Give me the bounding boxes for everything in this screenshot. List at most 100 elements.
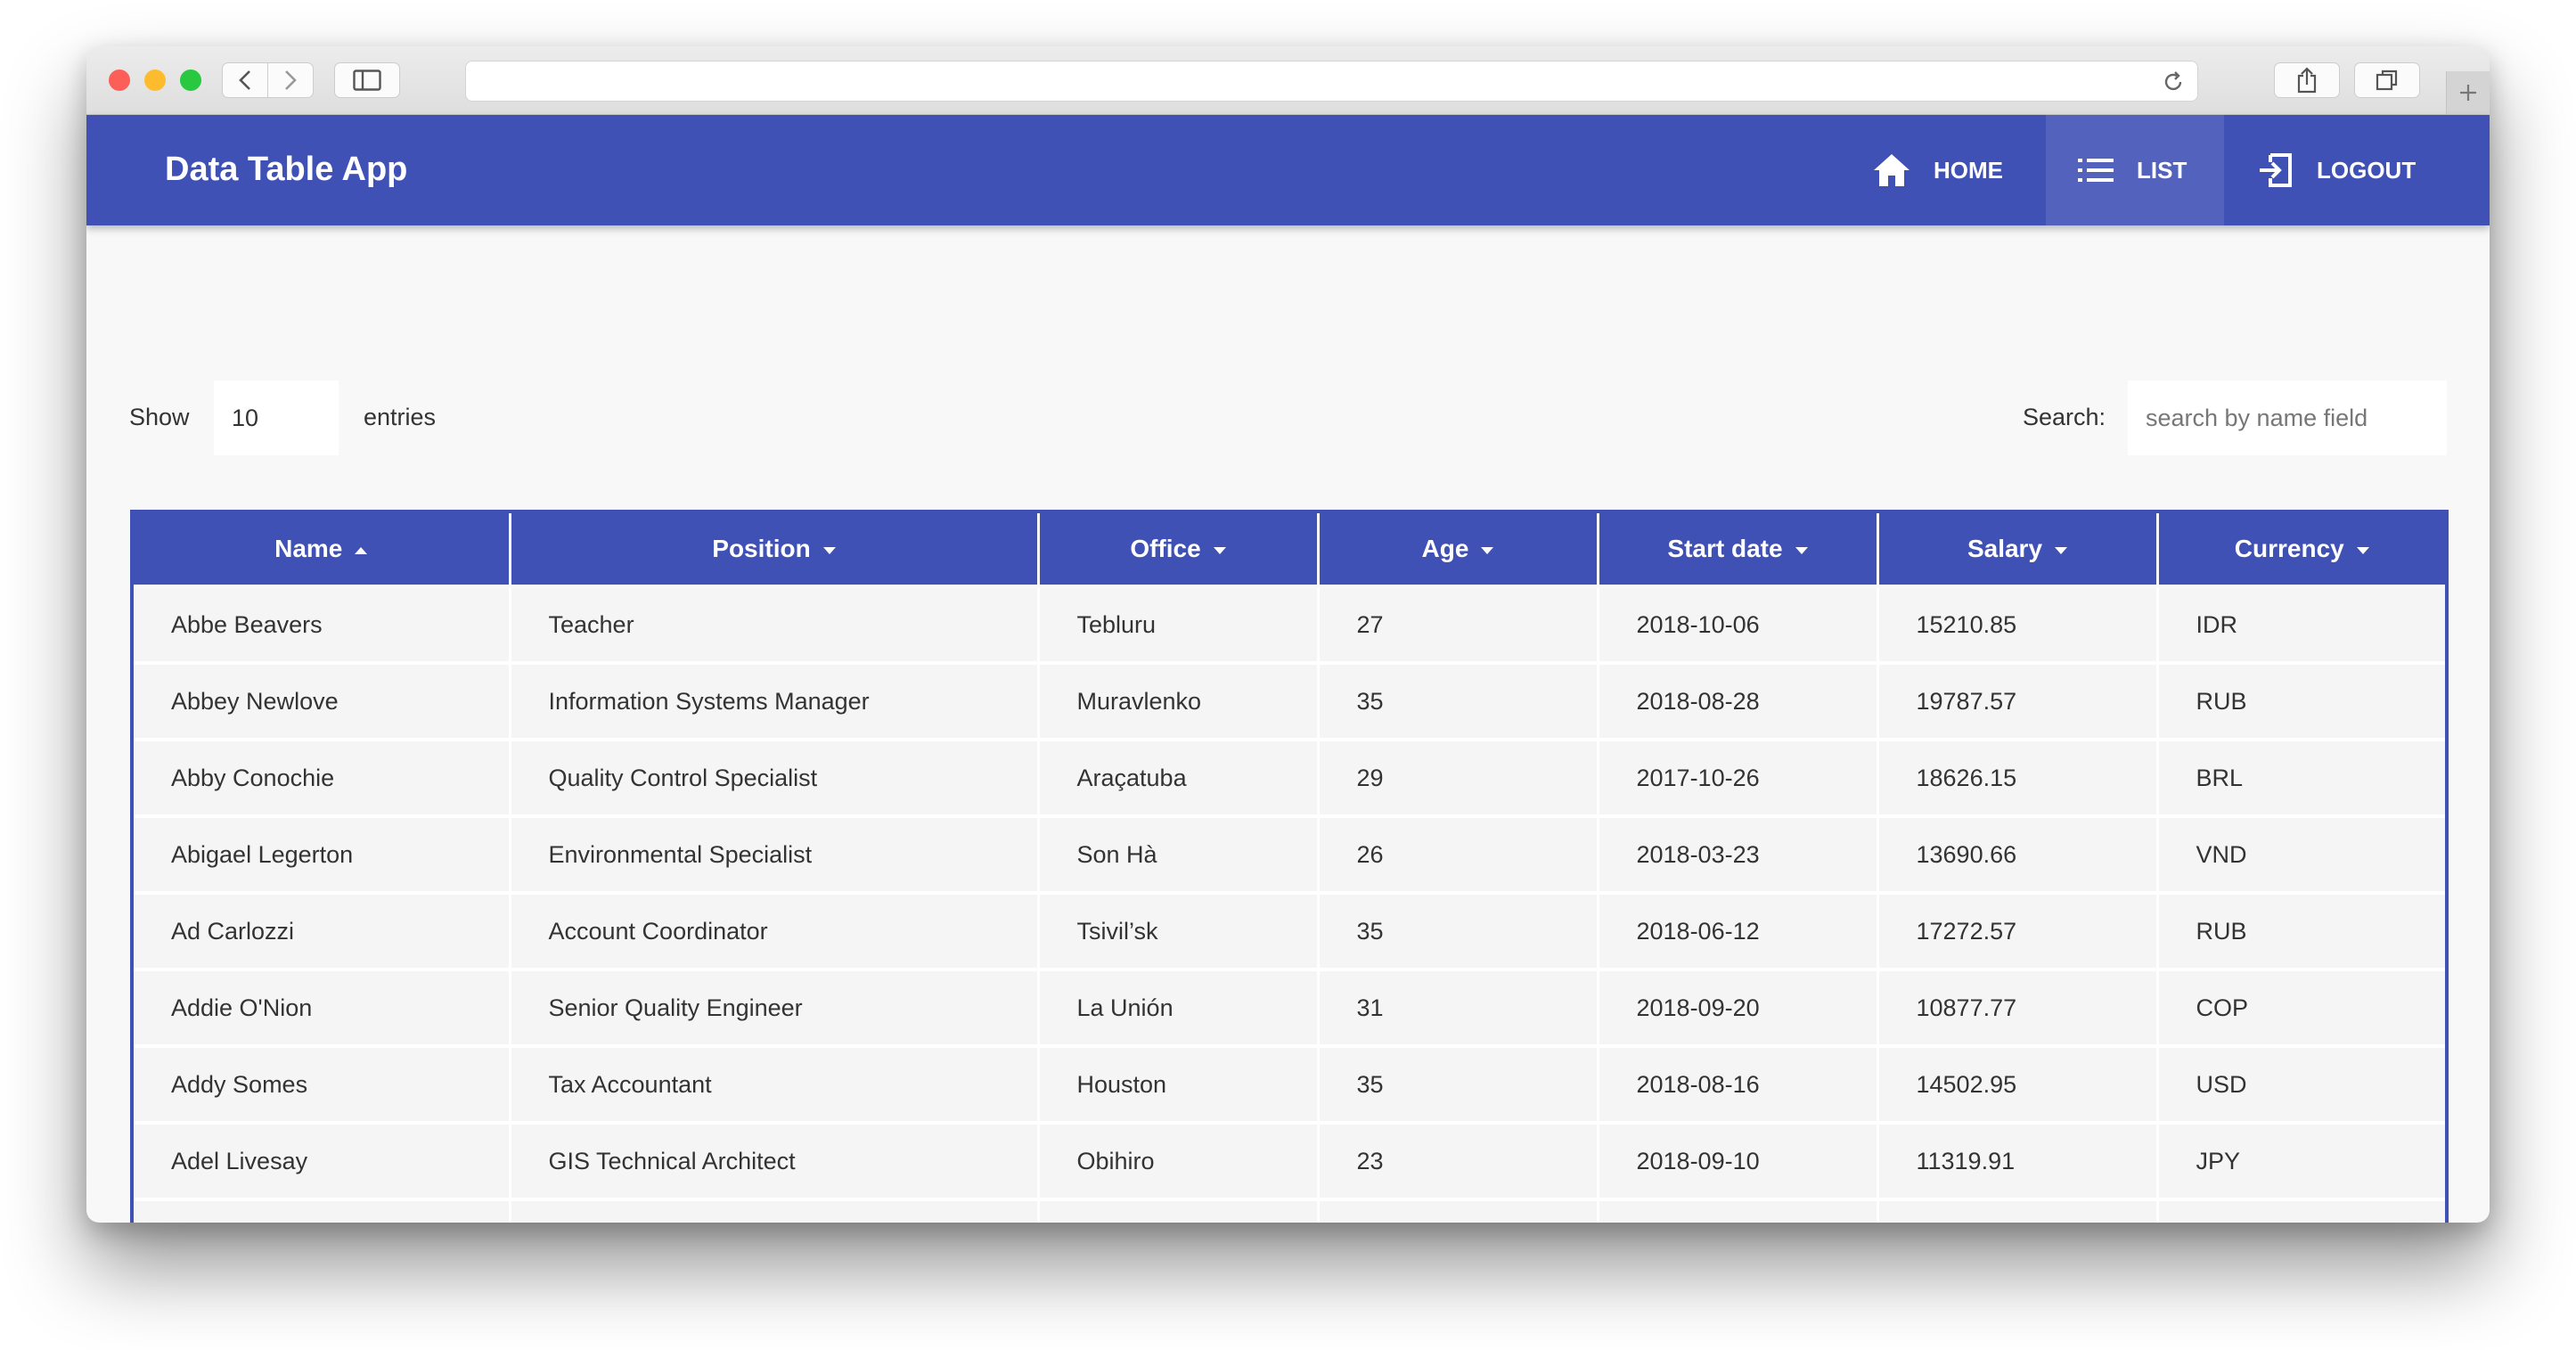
- table-row[interactable]: Abby Conochie Quality Control Specialist A…: [134, 740, 2445, 818]
- share-icon: [2297, 67, 2317, 94]
- cell-name: Addy Somes: [134, 1046, 511, 1125]
- cell-start-date: 2018-10-06: [1598, 586, 1879, 665]
- cell-age: 35: [1318, 663, 1599, 741]
- cell-office: Son Hà: [1038, 816, 1320, 895]
- table-header-row: Name Position Office Age Start date Salary Cur…: [134, 513, 2445, 588]
- cell-currency: RUB: [2157, 893, 2445, 971]
- app-title: Data Table App: [165, 151, 408, 188]
- cell-currency: VND: [2157, 816, 2445, 895]
- cell-age: 31: [1318, 970, 1599, 1048]
- minimize-window-button[interactable]: [144, 70, 166, 91]
- show-label: Show: [129, 404, 190, 430]
- column-header-salary[interactable]: Salary: [1877, 513, 2159, 588]
- chevron-left-icon: [239, 70, 250, 90]
- column-header-label: Salary: [1967, 535, 2043, 562]
- table-row[interactable]: Addy Somes Tax Accountant Houston 35 2018-08…: [134, 1046, 2445, 1125]
- nav-item-logout[interactable]: LOGOUT: [2224, 115, 2490, 225]
- cell-age: 35: [1318, 893, 1599, 971]
- data-table: Name Position Office Age Start date Salary Cur…: [130, 510, 2449, 1223]
- nav-item-home[interactable]: HOME: [1873, 115, 2046, 225]
- sidebar-toggle-button[interactable]: [334, 62, 400, 98]
- home-icon: [1874, 154, 1910, 186]
- zoom-window-button[interactable]: [180, 70, 201, 91]
- cell-name: Abbe Beavers: [134, 586, 511, 665]
- new-tab-button[interactable]: [2446, 71, 2490, 114]
- cell-age: 26: [1318, 816, 1599, 895]
- column-header-currency[interactable]: Currency: [2157, 513, 2445, 588]
- column-header-position[interactable]: Position: [510, 513, 1040, 588]
- sort-ascending-icon: [355, 546, 368, 554]
- table-row[interactable]: Abbey Newlove Information Systems Manager…: [134, 663, 2445, 741]
- cell-office: Araçatuba: [1038, 740, 1320, 818]
- cell-position: Quality Control Specialist: [510, 740, 1040, 818]
- table-row[interactable]: [134, 1199, 2445, 1223]
- cell-start-date: 2018-08-28: [1598, 663, 1879, 741]
- entries-label: entries: [364, 404, 437, 430]
- column-header-age[interactable]: Age: [1318, 513, 1599, 588]
- column-header-label: Office: [1130, 535, 1201, 562]
- cell-office: Obihiro: [1038, 1123, 1320, 1201]
- chevron-right-icon: [285, 70, 297, 90]
- cell-salary: 15210.85: [1877, 586, 2159, 665]
- cell-office: Tsivil’sk: [1038, 893, 1320, 971]
- back-button[interactable]: [222, 62, 268, 98]
- address-bar[interactable]: [465, 61, 2198, 102]
- cell-salary: 14502.95: [1877, 1046, 2159, 1125]
- sort-descending-icon: [822, 546, 836, 554]
- cell-name: Ad Carlozzi: [134, 893, 511, 971]
- browser-toolbar: [86, 46, 2490, 115]
- nav-item-logout-label: LOGOUT: [2317, 156, 2417, 184]
- forward-button[interactable]: [267, 62, 314, 98]
- cell-salary: 10877.77: [1877, 970, 2159, 1048]
- page-length-value: 10: [232, 404, 259, 431]
- cell-start-date: [1598, 1199, 1879, 1223]
- cell-position: Information Systems Manager: [510, 663, 1040, 741]
- table-row[interactable]: Abigael Legerton Environmental Specialist…: [134, 816, 2445, 895]
- cell-position: Teacher: [510, 586, 1040, 665]
- page-length-select[interactable]: 10: [214, 380, 339, 455]
- cell-currency: [2157, 1199, 2445, 1223]
- sidebar-icon: [353, 70, 381, 91]
- cell-age: 35: [1318, 1046, 1599, 1125]
- table-row[interactable]: Abbe Beavers Teacher Tebluru 27 2018-10-06 15…: [134, 586, 2445, 665]
- plus-icon: [2460, 85, 2476, 101]
- column-header-start-date[interactable]: Start date: [1598, 513, 1879, 588]
- share-button[interactable]: [2274, 62, 2340, 98]
- reload-icon[interactable]: [2162, 70, 2185, 94]
- cell-position: Account Coordinator: [510, 893, 1040, 971]
- table-row[interactable]: Ad Carlozzi Account Coordinator Tsivil’sk 3…: [134, 893, 2445, 971]
- tabs-overview-button[interactable]: [2354, 62, 2420, 98]
- sort-descending-icon: [2055, 546, 2068, 554]
- cell-office: Tebluru: [1038, 586, 1320, 665]
- cell-start-date: 2018-06-12: [1598, 893, 1879, 971]
- column-header-label: Currency: [2234, 535, 2344, 562]
- cell-age: 29: [1318, 740, 1599, 818]
- column-header-label: Name: [274, 535, 343, 562]
- cell-salary: 19787.57: [1877, 663, 2159, 741]
- cell-currency: BRL: [2157, 740, 2445, 818]
- column-header-name[interactable]: Name: [134, 513, 511, 588]
- app-header: Data Table App HOME LIST LOGOUT: [86, 115, 2490, 225]
- table-row[interactable]: Adel Livesay GIS Technical Architect Obihi…: [134, 1123, 2445, 1201]
- cell-start-date: 2018-03-23: [1598, 816, 1879, 895]
- main-nav: HOME LIST LOGOUT: [1873, 115, 2490, 225]
- list-icon: [2078, 159, 2114, 182]
- table-row[interactable]: Addie O'Nion Senior Quality Engineer La Un…: [134, 970, 2445, 1048]
- cell-name: [134, 1199, 511, 1223]
- tabs-icon: [2376, 70, 2398, 91]
- sort-descending-icon: [2356, 546, 2369, 554]
- close-window-button[interactable]: [109, 70, 130, 91]
- cell-currency: RUB: [2157, 663, 2445, 741]
- browser-window: Data Table App HOME LIST LOGOUT Show 10 …: [86, 46, 2490, 1223]
- search-input[interactable]: [2128, 380, 2447, 455]
- column-header-office[interactable]: Office: [1038, 513, 1320, 588]
- nav-item-home-label: HOME: [1934, 156, 2003, 184]
- cell-name: Abby Conochie: [134, 740, 511, 818]
- nav-item-list[interactable]: LIST: [2046, 115, 2224, 225]
- cell-age: [1318, 1199, 1599, 1223]
- cell-office: Houston: [1038, 1046, 1320, 1125]
- cell-salary: 13690.66: [1877, 816, 2159, 895]
- sort-descending-icon: [1213, 546, 1226, 554]
- cell-age: 27: [1318, 586, 1599, 665]
- cell-salary: 11319.91: [1877, 1123, 2159, 1201]
